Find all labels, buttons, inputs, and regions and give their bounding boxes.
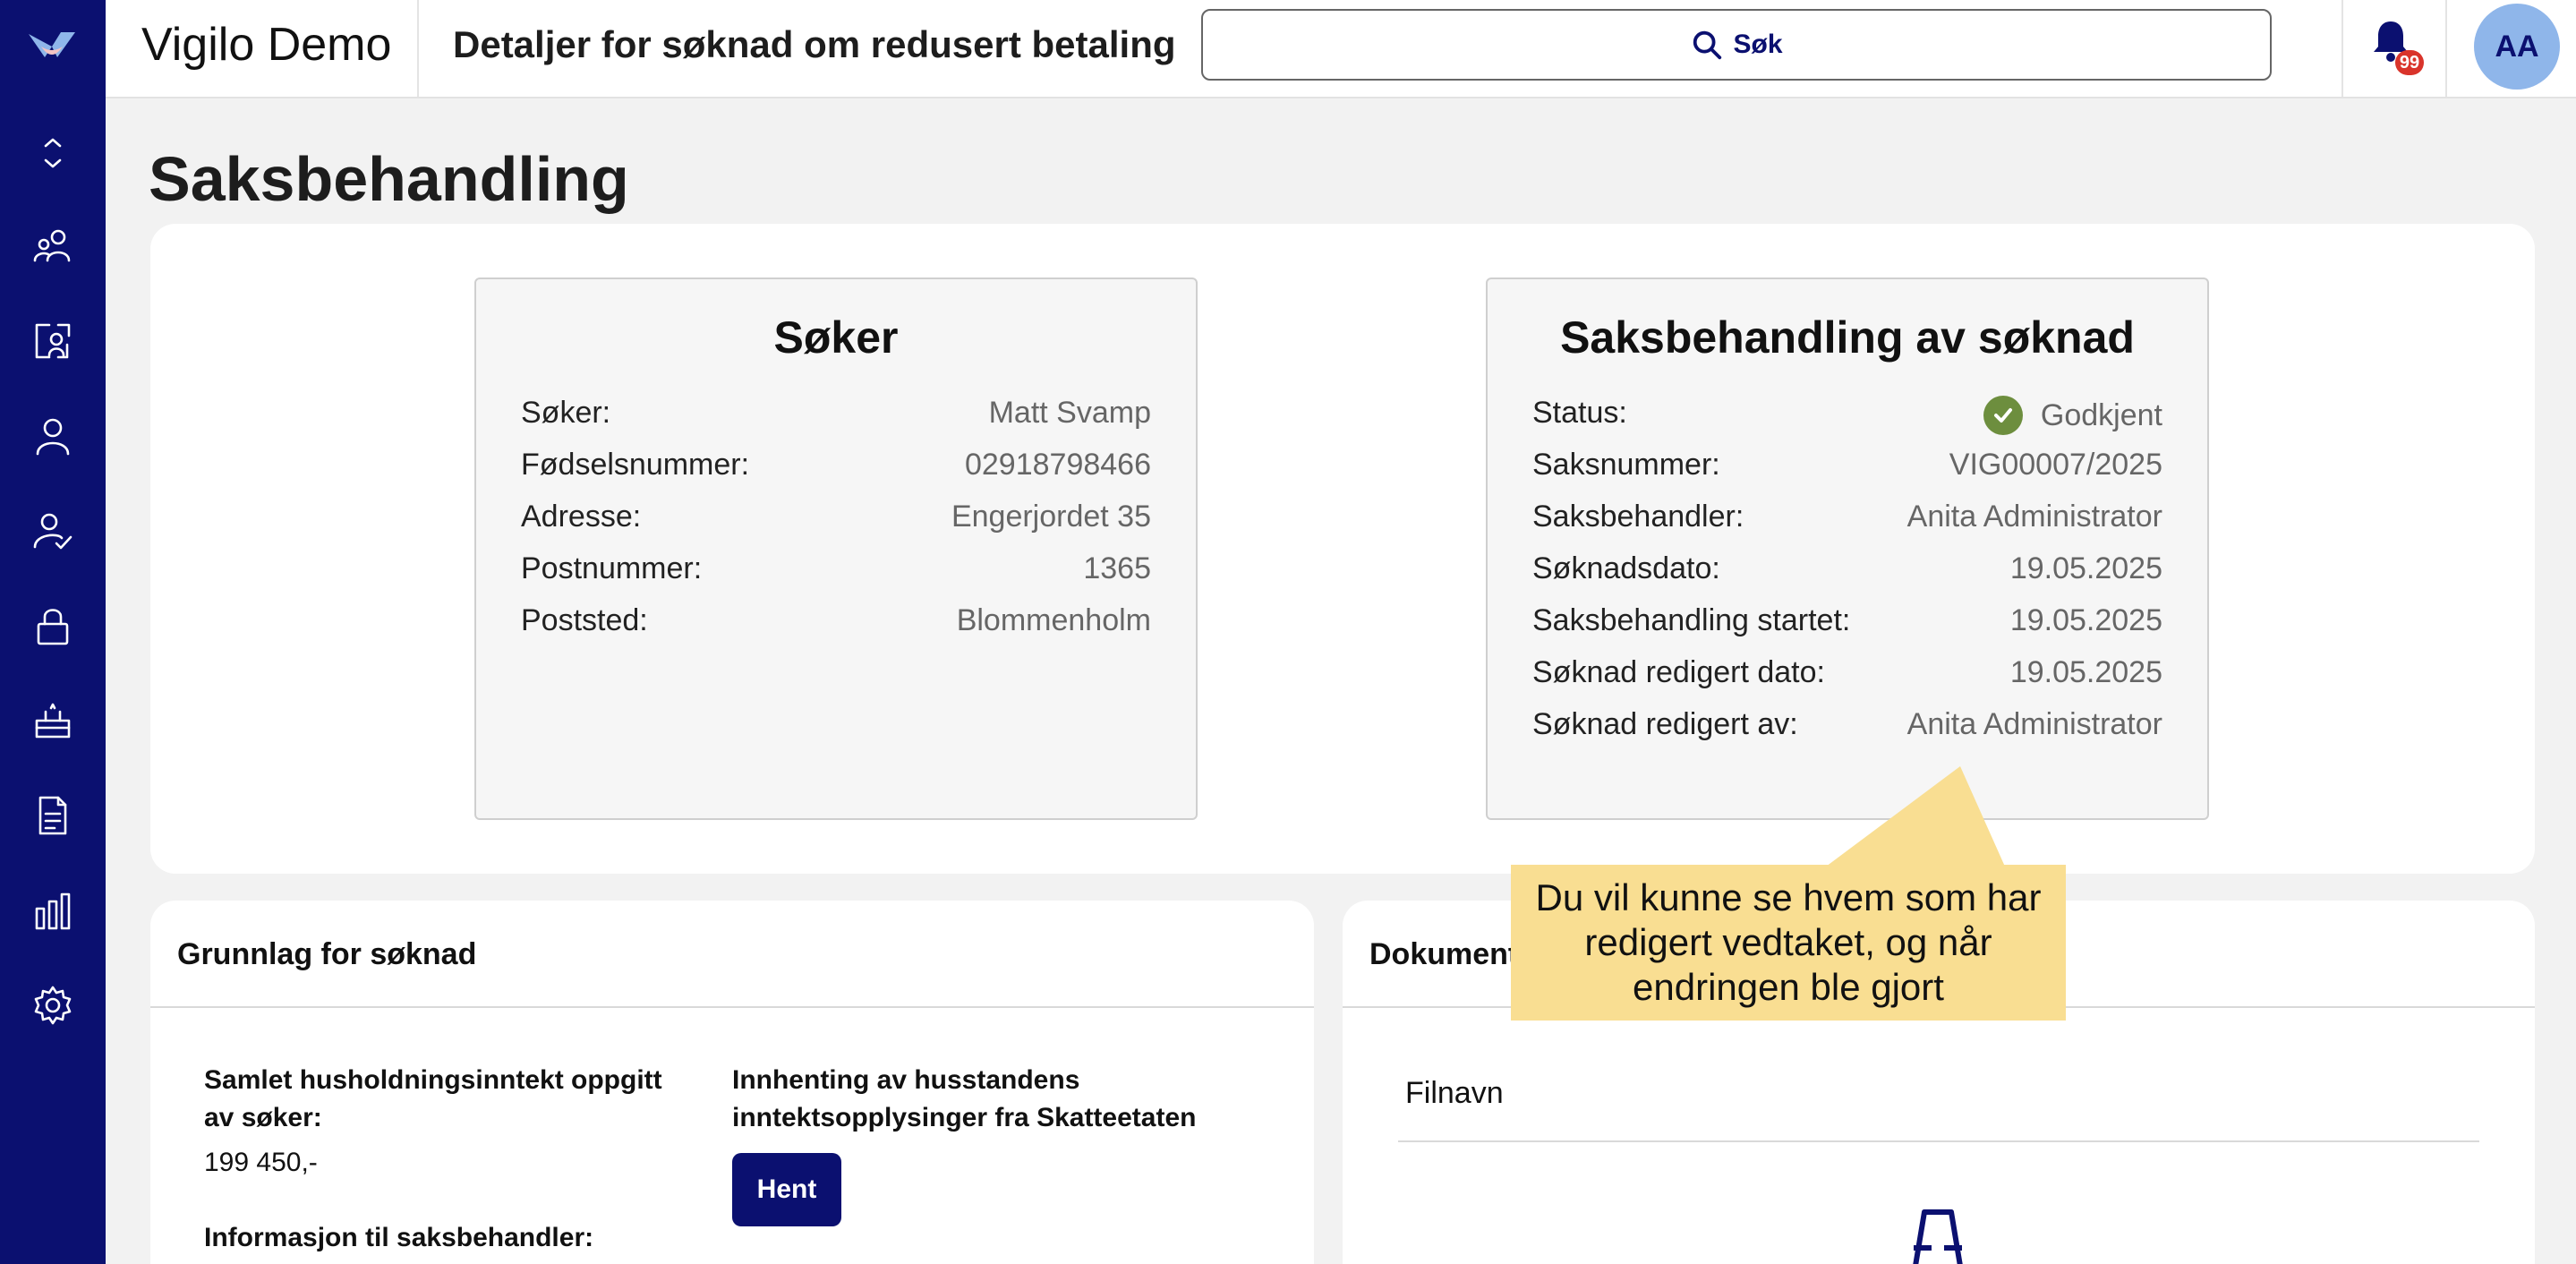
processing-row: Søknadsdato: 19.05.2025 — [1488, 551, 2207, 603]
row-value: VIG00007/2025 — [1949, 448, 2162, 482]
processing-box: Saksbehandling av søknad Status: Godkjen… — [1486, 278, 2209, 820]
divider — [1398, 1140, 2479, 1142]
row-value: Engerjordet 35 — [951, 500, 1151, 534]
expand-collapse-icon[interactable] — [27, 127, 79, 179]
avatar[interactable]: AA — [2474, 4, 2560, 90]
search-label: Søk — [1733, 30, 1783, 59]
user-board-icon[interactable] — [27, 315, 79, 367]
user-icon[interactable] — [27, 410, 79, 462]
applicant-box: Søker Søker: Matt Svamp Fødselsnummer: 029… — [474, 278, 1198, 820]
section-title: Saksbehandling — [149, 144, 629, 214]
users-group-icon[interactable] — [27, 220, 79, 272]
row-label: Fødselsnummer: — [521, 448, 750, 482]
search-icon — [1693, 30, 1722, 60]
row-label: Postnummer: — [521, 551, 703, 585]
processing-row: Søknad redigert dato: 19.05.2025 — [1488, 655, 2207, 707]
document-icon[interactable] — [27, 790, 79, 841]
processing-title: Saksbehandling av søknad — [1560, 312, 2135, 363]
user-check-icon[interactable] — [27, 505, 79, 557]
row-label: Poststed: — [521, 603, 648, 637]
row-value: 19.05.2025 — [2009, 551, 2162, 585]
page-heading: Detaljer for søknad om redusert betaling — [453, 23, 1176, 65]
applicant-row: Adresse: Engerjordet 35 — [476, 500, 1196, 551]
sidebar — [0, 0, 106, 1264]
row-label: Saksbehandling startet: — [1532, 603, 1851, 637]
status-badge: Godkjent — [1983, 396, 2162, 435]
applicant-title: Søker — [773, 312, 899, 363]
applicant-row: Fødselsnummer: 02918798466 — [476, 448, 1196, 500]
row-value: Matt Svamp — [988, 396, 1151, 430]
info-label: Informasjon til saksbehandler: — [204, 1223, 594, 1252]
income-label: Samlet husholdningsinntekt oppgitt av sø… — [204, 1065, 662, 1132]
top-bar: Vigilo Demo Detaljer for søknad om redus… — [106, 0, 2576, 98]
row-label: Søknad redigert av: — [1532, 707, 1798, 741]
case-summary-card: Søker Søker: Matt Svamp Fødselsnummer: 029… — [150, 224, 2535, 874]
callout-pointer — [1826, 766, 2005, 867]
row-label: Søker: — [521, 396, 611, 430]
row-label: Status: — [1532, 396, 1627, 430]
row-value: Anita Administrator — [1906, 707, 2162, 741]
basis-card-title: Grunnlag for søknad — [150, 901, 1314, 1008]
row-label: Søknad redigert dato: — [1532, 655, 1825, 689]
lock-icon[interactable] — [27, 600, 79, 652]
income-value: 199 450,- — [204, 1148, 318, 1177]
topbar-divider — [2341, 0, 2343, 97]
row-label: Saksbehandler: — [1532, 500, 1744, 534]
fetch-button[interactable]: Hent — [732, 1153, 841, 1226]
processing-row: Saksbehandler: Anita Administrator — [1488, 500, 2207, 551]
topbar-divider — [2445, 0, 2447, 97]
tray-icon[interactable] — [27, 695, 79, 747]
status-value: Godkjent — [2040, 397, 2162, 432]
status-row: Status: Godkjent — [1488, 396, 2207, 448]
applicant-row: Postnummer: 1365 — [476, 551, 1196, 603]
row-value: 1365 — [1083, 551, 1151, 585]
fetch-label: Innhenting av husstandens inntektsopplys… — [732, 1065, 1197, 1132]
empty-folder-icon — [1913, 1209, 1963, 1264]
applicant-row: Poststed: Blommenholm — [476, 603, 1196, 655]
processing-row: Saksnummer: VIG00007/2025 — [1488, 448, 2207, 500]
row-label: Søknadsdato: — [1532, 551, 1720, 585]
row-label: Saksnummer: — [1532, 448, 1720, 482]
basis-card: Grunnlag for søknad Samlet husholdningsi… — [150, 901, 1314, 1264]
row-value: Blommenholm — [956, 603, 1151, 637]
topbar-divider — [417, 0, 419, 97]
notifications-button[interactable]: 99 — [2370, 18, 2433, 81]
org-name: Vigilo Demo — [141, 19, 392, 71]
row-value: 02918798466 — [964, 448, 1151, 482]
tooltip-callout: Du vil kunne se hvem som har redigert ve… — [1511, 865, 2066, 1021]
notification-badge: 99 — [2395, 50, 2424, 75]
bar-chart-icon[interactable] — [27, 884, 79, 936]
row-value: 19.05.2025 — [2009, 655, 2162, 689]
check-circle-icon — [1983, 396, 2023, 435]
row-label: Adresse: — [521, 500, 642, 534]
row-value: Anita Administrator — [1906, 500, 2162, 534]
app-logo[interactable] — [25, 21, 79, 68]
search-input[interactable]: Søk — [1201, 9, 2272, 81]
row-value: 19.05.2025 — [2009, 603, 2162, 637]
processing-row: Saksbehandling startet: 19.05.2025 — [1488, 603, 2207, 655]
processing-row: Søknad redigert av: Anita Administrator — [1488, 707, 2207, 759]
gear-icon[interactable] — [27, 979, 79, 1031]
filename-column-header: Filnavn — [1405, 1076, 1504, 1110]
applicant-row: Søker: Matt Svamp — [476, 396, 1196, 448]
